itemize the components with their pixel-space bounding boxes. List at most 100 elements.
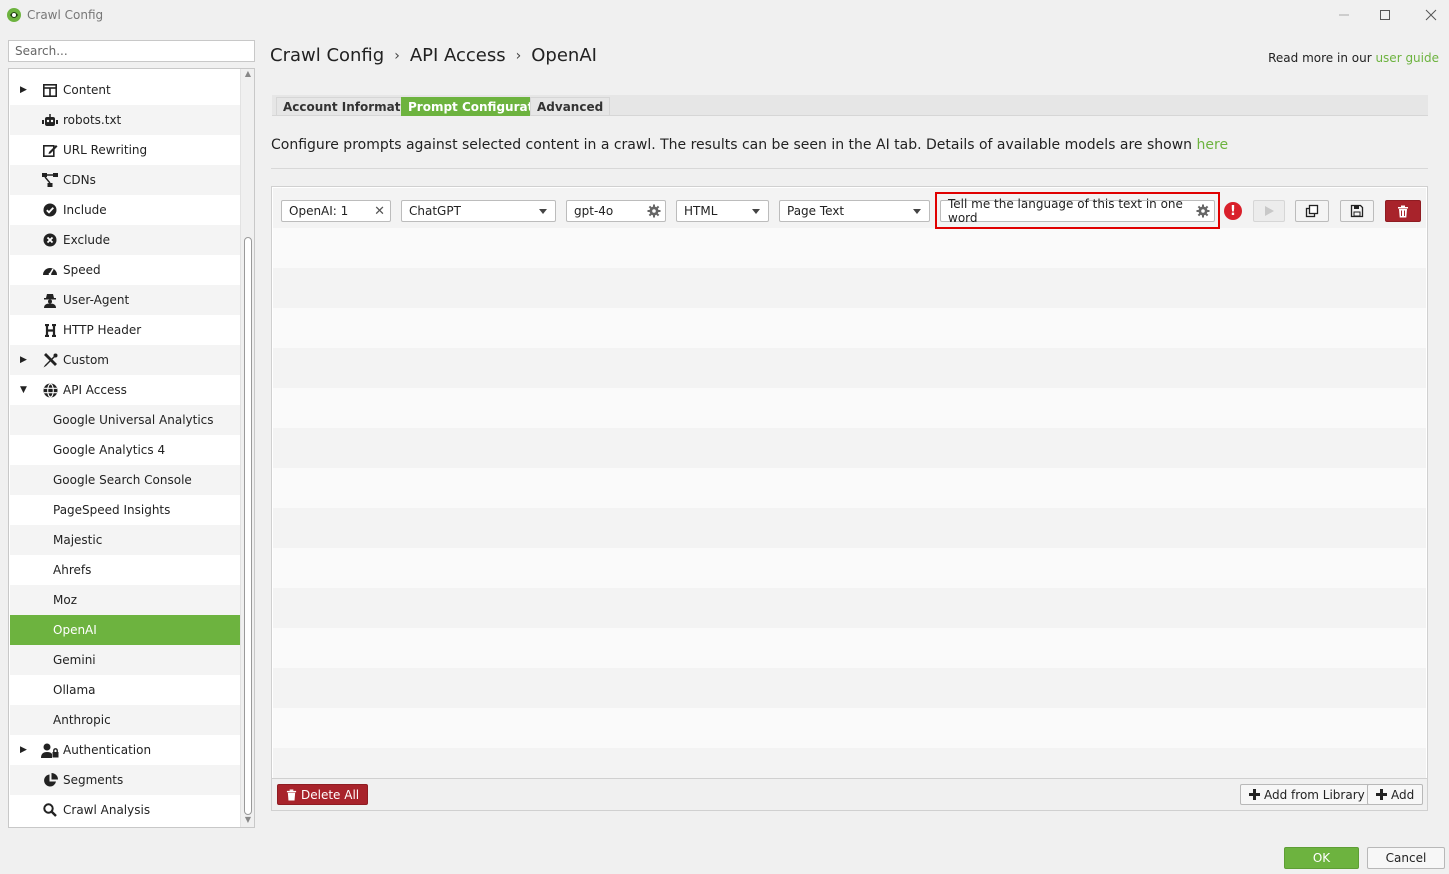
delete-row-button[interactable] — [1385, 200, 1421, 222]
sidebar-item-label: Google Analytics 4 — [53, 443, 166, 457]
expand-right-icon[interactable]: ▶ — [20, 85, 30, 95]
sidebar-item-pagespeed-insights[interactable]: PageSpeed Insights — [10, 495, 241, 525]
scrollbar-thumb[interactable] — [244, 237, 252, 815]
sidebar-item-exclude[interactable]: Exclude — [10, 225, 241, 255]
grid-row — [273, 668, 1426, 708]
scroll-up-icon[interactable]: ▲ — [243, 69, 253, 78]
sidebar-item-moz[interactable]: Moz — [10, 585, 241, 615]
title-bar: Crawl Config — [0, 0, 1449, 30]
save-button[interactable] — [1340, 200, 1374, 222]
sidebar-item-google-universal-analytics[interactable]: Google Universal Analytics — [10, 405, 241, 435]
sidebar-item-label: Content — [63, 83, 111, 97]
sidebar-item-label: Exclude — [63, 233, 111, 247]
divider — [271, 168, 1428, 169]
tree-scrollbar[interactable]: ▲ ▼ — [240, 69, 254, 827]
breadcrumb-crawl-config[interactable]: Crawl Config — [270, 45, 384, 66]
grid-row — [273, 388, 1426, 428]
content-type-value: HTML — [684, 204, 718, 218]
breadcrumb-separator: › — [515, 47, 522, 64]
sidebar-item-user-agent[interactable]: User-Agent — [10, 285, 241, 315]
search-input[interactable] — [8, 40, 255, 62]
sidebar-item-google-analytics-4[interactable]: Google Analytics 4 — [10, 435, 241, 465]
robot-icon — [41, 112, 59, 128]
delete-all-button[interactable]: Delete All — [277, 784, 369, 805]
content-type-select[interactable]: HTML — [676, 200, 769, 222]
add-label: Add — [1391, 787, 1415, 802]
sidebar-item-robots-txt[interactable]: robots.txt — [10, 105, 241, 135]
sidebar-item-custom[interactable]: ▶ Custom — [10, 345, 241, 375]
minimize-icon — [1339, 14, 1349, 16]
plus-icon — [1249, 789, 1260, 800]
sidebar-item-label: PageSpeed Insights — [53, 503, 171, 517]
sidebar-item-content[interactable]: ▶ Content — [10, 75, 241, 105]
save-icon — [1350, 204, 1364, 218]
sidebar-item-openai[interactable]: OpenAI — [10, 615, 241, 645]
delete-all-label: Delete All — [301, 787, 360, 802]
ok-button[interactable]: OK — [1284, 847, 1359, 869]
models-here-link[interactable]: here — [1197, 137, 1229, 153]
expand-right-icon[interactable]: ▶ — [20, 745, 30, 755]
cancel-button[interactable]: Cancel — [1367, 847, 1445, 869]
provider-value: ChatGPT — [409, 204, 461, 218]
model-value: gpt-4o — [574, 204, 614, 218]
chevron-down-icon — [539, 209, 547, 214]
error-icon[interactable]: ! — [1224, 202, 1242, 220]
sidebar-item-include[interactable]: Include — [10, 195, 241, 225]
sidebar-item-ollama[interactable]: Ollama — [10, 675, 241, 705]
grid-row — [273, 548, 1426, 588]
model-field[interactable]: gpt-4o — [566, 200, 666, 222]
sidebar-item-label: CDNs — [63, 173, 96, 187]
pie-chart-icon — [41, 772, 59, 788]
sidebar-item-authentication[interactable]: ▶ Authentication — [10, 735, 241, 765]
sidebar-item-label: Speed — [63, 263, 101, 277]
duplicate-button[interactable] — [1295, 200, 1329, 222]
run-button[interactable] — [1253, 200, 1285, 222]
maximize-icon — [1380, 10, 1390, 20]
maximize-button[interactable] — [1374, 4, 1396, 26]
sidebar-item-segments[interactable]: Segments — [10, 765, 241, 795]
sidebar-item-label: Ollama — [53, 683, 96, 697]
sidebar-item-label: Google Search Console — [53, 473, 192, 487]
sidebar-item-api-access[interactable]: ▼ API Access — [10, 375, 241, 405]
sidebar-item-ahrefs[interactable]: Ahrefs — [10, 555, 241, 585]
expand-right-icon[interactable]: ▶ — [20, 355, 30, 365]
minimize-button[interactable] — [1333, 4, 1355, 26]
description: Configure prompts against selected conte… — [271, 137, 1228, 153]
prompt-panel: OpenAI: 1 ✕ ChatGPT gpt-4o HTML Page Tex… — [271, 186, 1428, 811]
tools-icon — [41, 352, 59, 368]
sidebar-item-url-rewriting[interactable]: URL Rewriting — [10, 135, 241, 165]
sidebar-item-cdns[interactable]: CDNs — [10, 165, 241, 195]
gear-icon[interactable] — [647, 204, 661, 218]
sidebar-item-anthropic[interactable]: Anthropic — [10, 705, 241, 735]
expand-down-icon[interactable]: ▼ — [20, 385, 30, 395]
sidebar-item-majestic[interactable]: Majestic — [10, 525, 241, 555]
sidebar-item-crawl-analysis[interactable]: Crawl Analysis — [10, 795, 241, 825]
add-from-library-button[interactable]: Add from Library — [1240, 784, 1374, 805]
content-source-select[interactable]: Page Text — [779, 200, 930, 222]
prompt-name-field[interactable]: OpenAI: 1 ✕ — [281, 200, 391, 222]
sidebar-item-label: URL Rewriting — [63, 143, 148, 157]
add-from-library-label: Add from Library — [1264, 787, 1365, 802]
user-guide-link[interactable]: user guide — [1375, 51, 1439, 65]
prompt-rows: OpenAI: 1 ✕ ChatGPT gpt-4o HTML Page Tex… — [273, 188, 1426, 778]
scroll-down-icon[interactable]: ▼ — [243, 815, 253, 824]
sidebar-item-speed[interactable]: Speed — [10, 255, 241, 285]
add-button[interactable]: Add — [1367, 784, 1424, 805]
gauge-icon — [41, 262, 59, 278]
tab-advanced[interactable]: Advanced — [530, 97, 611, 116]
breadcrumb-api-access[interactable]: API Access — [410, 45, 506, 66]
gear-icon[interactable] — [1196, 204, 1210, 218]
breadcrumb-separator: › — [394, 47, 400, 64]
sidebar-item-gemini[interactable]: Gemini — [10, 645, 241, 675]
clear-icon[interactable]: ✕ — [374, 204, 385, 219]
close-button[interactable] — [1420, 4, 1442, 26]
sidebar-item-label: Include — [63, 203, 107, 217]
provider-select[interactable]: ChatGPT — [401, 200, 556, 222]
sidebar-item-http-header[interactable]: HTTP Header — [10, 315, 241, 345]
sidebar-item-google-search-console[interactable]: Google Search Console — [10, 465, 241, 495]
prompt-text-field[interactable]: Tell me the language of this text in one… — [940, 197, 1215, 225]
sidebar-item-label: robots.txt — [63, 113, 122, 127]
play-icon — [1265, 206, 1274, 216]
grid-row — [273, 268, 1426, 308]
sidebar-item-label: User-Agent — [63, 293, 130, 307]
